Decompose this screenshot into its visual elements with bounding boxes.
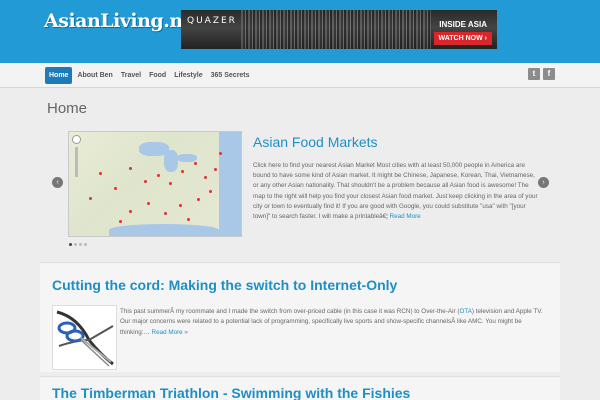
scissors-cable-thumbnail[interactable]: [52, 305, 117, 370]
post-title[interactable]: The Timberman Triathlon - Swimming with …: [52, 385, 410, 400]
scissors-icon: [56, 310, 114, 367]
post-excerpt: This past summerÂ my roommate and I made…: [120, 307, 550, 338]
map-zoom-slider[interactable]: [75, 147, 78, 177]
nav-item-food[interactable]: Food: [146, 67, 169, 84]
slide-excerpt-text: Click here to find your nearest Asian Ma…: [253, 162, 538, 221]
social-links: t f: [528, 68, 555, 80]
slider-prev-button[interactable]: ‹: [52, 177, 63, 188]
map-pin[interactable]: [99, 172, 102, 175]
slider-dot[interactable]: [69, 243, 72, 246]
map-pin[interactable]: [147, 202, 150, 205]
map-ocean: [219, 132, 241, 236]
nav-item-home[interactable]: Home: [45, 67, 73, 84]
map-pin[interactable]: [181, 170, 184, 173]
page-title: Home: [47, 100, 88, 117]
ad-banner[interactable]: QUAZER INSIDE ASIA WATCH NOW ›: [181, 10, 497, 49]
logo-text: AsianLiving.me: [44, 10, 201, 32]
ad-headline: INSIDE ASIA: [439, 20, 487, 29]
map-pin[interactable]: [179, 204, 182, 207]
site-header: AsianLiving.me QUAZER INSIDE ASIA WATCH …: [0, 0, 600, 63]
slide-read-more-link[interactable]: Read More: [390, 213, 421, 220]
twitter-icon[interactable]: t: [528, 68, 540, 80]
map-lake: [164, 150, 178, 172]
slider-pagination: [69, 243, 87, 246]
map-pin[interactable]: [169, 182, 172, 185]
map-pin[interactable]: [187, 218, 190, 221]
map-pin[interactable]: [194, 162, 197, 165]
map-pin[interactable]: [89, 197, 92, 200]
map-gulf: [109, 224, 219, 236]
map-pin[interactable]: [129, 167, 132, 170]
map-pin[interactable]: [119, 220, 122, 223]
featured-slider: ‹ Asian Food Markets Click here to find …: [45, 125, 555, 250]
ad-cta-button[interactable]: WATCH NOW ›: [433, 32, 492, 45]
facebook-icon[interactable]: f: [543, 68, 555, 80]
map-pin[interactable]: [214, 168, 217, 171]
map-pin[interactable]: [209, 190, 212, 193]
map-pin[interactable]: [129, 210, 132, 213]
map-pin[interactable]: [219, 152, 222, 155]
map-pan-control-icon[interactable]: [72, 135, 81, 144]
slider-dot[interactable]: [74, 243, 77, 246]
map-lake: [177, 154, 197, 162]
slider-dot[interactable]: [84, 243, 87, 246]
nav-item-about-ben[interactable]: About Ben: [74, 67, 115, 84]
map-pin[interactable]: [157, 174, 160, 177]
slide-title[interactable]: Asian Food Markets: [253, 134, 378, 150]
slider-next-button[interactable]: ›: [538, 177, 549, 188]
post-read-more-link[interactable]: Read More »: [152, 329, 188, 336]
post-card: Cutting the cord: Making the switch to I…: [40, 262, 560, 372]
nav-item-travel[interactable]: Travel: [118, 67, 144, 84]
slider-dot[interactable]: [79, 243, 82, 246]
post-acronym-link[interactable]: OTA: [459, 308, 471, 315]
slide-excerpt: Click here to find your nearest Asian Ma…: [253, 161, 538, 222]
nav-item-lifestyle[interactable]: Lifestyle: [171, 67, 205, 84]
post-title[interactable]: Cutting the cord: Making the switch to I…: [52, 277, 397, 293]
asian-market-map-image[interactable]: [68, 131, 242, 237]
map-pin[interactable]: [164, 212, 167, 215]
ad-image: [241, 10, 431, 49]
post-card: The Timberman Triathlon - Swimming with …: [40, 376, 560, 400]
ad-brand: QUAZER: [187, 16, 237, 26]
main-nav: Home About Ben Travel Food Lifestyle 365…: [45, 67, 253, 84]
nav-bar: Home About Ben Travel Food Lifestyle 365…: [0, 63, 600, 88]
nav-item-365-secrets[interactable]: 365 Secrets: [208, 67, 253, 84]
map-pin[interactable]: [114, 187, 117, 190]
post-excerpt-text-start: This past summerÂ my roommate and I made…: [120, 308, 460, 315]
map-pin[interactable]: [197, 198, 200, 201]
map-pin[interactable]: [204, 176, 207, 179]
map-pin[interactable]: [144, 180, 147, 183]
